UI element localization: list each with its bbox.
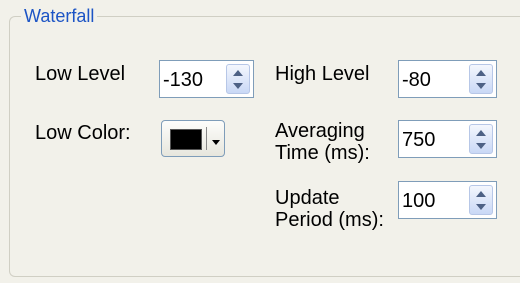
update-period-spinner	[398, 181, 497, 219]
spin-up-icon[interactable]	[474, 188, 488, 200]
update-period-label: Update Period (ms):	[275, 187, 384, 231]
spin-down-icon[interactable]	[231, 80, 245, 92]
groupbox-title: Waterfall	[21, 5, 98, 27]
high-level-input[interactable]	[402, 68, 448, 92]
averaging-time-spin-buttons	[469, 124, 493, 154]
dropdown-arrow-icon[interactable]	[211, 134, 221, 152]
waterfall-settings-panel: Waterfall Low Level High Level Low Color…	[0, 0, 520, 283]
averaging-time-input[interactable]	[402, 128, 448, 152]
spin-down-icon[interactable]	[474, 201, 488, 213]
spin-up-icon[interactable]	[474, 127, 488, 139]
picker-divider	[206, 127, 207, 150]
low-level-input[interactable]	[163, 68, 209, 92]
update-period-input[interactable]	[402, 189, 448, 213]
low-level-spinner	[159, 60, 254, 98]
low-level-spin-buttons	[226, 64, 250, 94]
update-period-spin-buttons	[469, 185, 493, 215]
low-level-label: Low Level	[35, 63, 126, 85]
high-level-label: High Level	[275, 63, 370, 85]
high-level-spinner	[398, 60, 497, 98]
color-swatch	[170, 129, 202, 150]
averaging-time-spinner	[398, 120, 497, 158]
averaging-time-label: Averaging Time (ms):	[275, 120, 370, 164]
low-color-label: Low Color:	[35, 122, 131, 144]
spin-down-icon[interactable]	[474, 140, 488, 152]
low-color-picker[interactable]	[161, 120, 225, 157]
high-level-spin-buttons	[469, 64, 493, 94]
spin-down-icon[interactable]	[474, 80, 488, 92]
spin-up-icon[interactable]	[474, 67, 488, 79]
spin-up-icon[interactable]	[231, 67, 245, 79]
